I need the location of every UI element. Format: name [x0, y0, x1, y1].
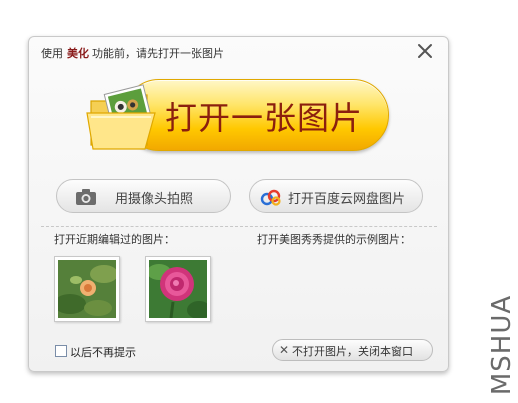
flower-photo-icon — [58, 260, 116, 318]
example-images-label: 打开美图秀秀提供的示例图片： — [257, 233, 411, 246]
watermark-text: MSHUA — [487, 294, 518, 396]
baidu-cloud-icon — [260, 187, 282, 207]
title-prefix: 使用 — [41, 47, 63, 60]
recent-image-thumbnail-1[interactable] — [54, 256, 120, 322]
checkbox-box[interactable] — [55, 345, 67, 357]
camera-button[interactable]: 用摄像头拍照 — [56, 179, 231, 213]
folder-photo-icon — [85, 79, 167, 155]
watermark: MSHUA — [470, 295, 518, 395]
title-emphasis: 美化 — [67, 47, 89, 60]
camera-button-label: 用摄像头拍照 — [115, 192, 194, 207]
open-image-dialog: 使用 美化 功能前，请先打开一张图片 打开一张图片 用摄像头拍照 打开百度云网盘… — [28, 36, 449, 372]
rose-photo-icon — [149, 260, 207, 318]
close-without-image-label: 不打开图片，关闭本窗口 — [292, 345, 413, 358]
baidu-cloud-button-label: 打开百度云网盘图片 — [288, 192, 406, 207]
recent-image-thumbnail-2[interactable] — [145, 256, 211, 322]
checkbox-label: 以后不再提示 — [70, 346, 136, 359]
close-without-image-button[interactable]: ✕ 不打开图片，关闭本窗口 — [272, 339, 433, 361]
camera-icon — [75, 187, 97, 207]
dialog-title: 使用 美化 功能前，请先打开一张图片 — [41, 45, 224, 61]
open-image-label: 打开一张图片 — [165, 99, 364, 137]
recent-images-label: 打开近期编辑过的图片： — [54, 233, 175, 246]
x-icon: ✕ — [279, 343, 290, 357]
close-icon[interactable] — [416, 42, 434, 60]
title-suffix: 功能前，请先打开一张图片 — [92, 47, 224, 60]
baidu-cloud-button[interactable]: 打开百度云网盘图片 — [249, 179, 423, 213]
open-image-button[interactable]: 打开一张图片 — [85, 79, 389, 151]
section-divider — [41, 226, 437, 227]
